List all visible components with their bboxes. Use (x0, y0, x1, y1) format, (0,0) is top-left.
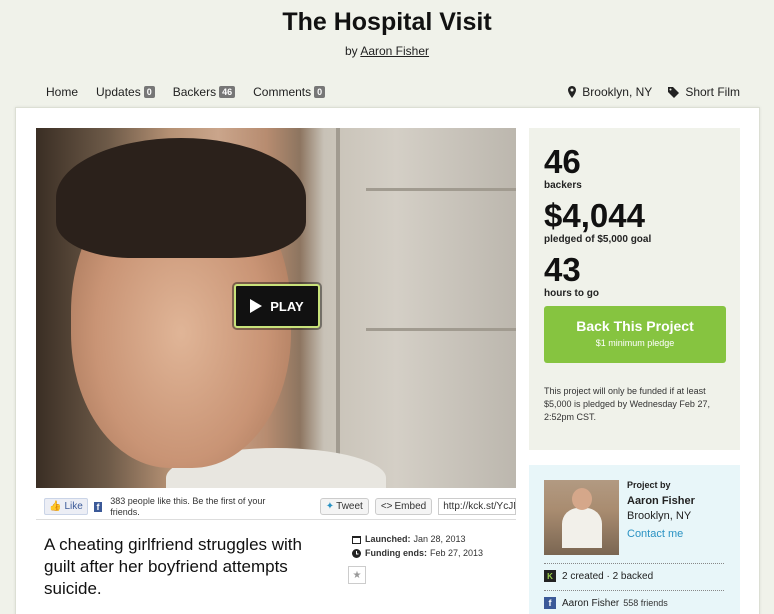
embed-label: Embed (394, 501, 427, 512)
facebook-name: Aaron Fisher (562, 597, 620, 609)
comments-count-badge: 0 (314, 86, 326, 98)
map-pin-icon (568, 86, 577, 98)
nav-home-label: Home (46, 85, 79, 99)
embed-button[interactable]: <> Embed (374, 498, 433, 515)
category-link[interactable]: Short Film (668, 85, 740, 99)
twitter-bird-icon: ✦ (325, 501, 335, 512)
door-panel-line (366, 328, 516, 331)
funding-ends-value: Feb 27, 2013 (430, 548, 484, 558)
launched-row: Launched: Jan 28, 2013 (352, 532, 483, 546)
remind-me-star-button[interactable]: ★ (348, 566, 366, 584)
creator-card: Project by Aaron Fisher Brooklyn, NY Con… (529, 465, 740, 614)
creator-name[interactable]: Aaron Fisher (627, 495, 695, 507)
backers-count: 46 (544, 143, 581, 180)
video-player[interactable]: PLAY (36, 128, 516, 488)
launched-label: Launched: (365, 534, 411, 544)
nav-backers-label: Backers (172, 85, 217, 99)
kickstarter-icon: K (544, 570, 556, 582)
creator-avatar[interactable] (544, 480, 619, 555)
facebook-friends: 558 friends (623, 598, 668, 608)
by-prefix: by (344, 44, 358, 58)
tweet-button[interactable]: ✦ Tweet (319, 498, 369, 515)
back-project-label: Back This Project (576, 318, 694, 334)
updates-count-badge: 0 (143, 86, 155, 98)
project-title: The Hospital Visit (282, 8, 492, 36)
facebook-like-button[interactable]: 👍 Like (44, 498, 88, 515)
project-meta-nav: Brooklyn, NY Short Film (552, 85, 740, 99)
avatar-head (572, 488, 592, 510)
project-by-label: Project by (627, 480, 671, 490)
funding-ends-label: Funding ends: (365, 548, 427, 558)
social-bar: 👍 Like f 383 people like this. Be the fi… (36, 494, 516, 520)
backers-count-badge: 46 (219, 86, 236, 98)
avatar-body (562, 508, 602, 548)
short-url-field[interactable]: http://kck.st/YcJM4 (438, 498, 516, 515)
like-count-text: 383 people like this. Be the first of yo… (110, 495, 266, 517)
back-project-button[interactable]: Back This Project $1 minimum pledge (544, 306, 726, 363)
location-link[interactable]: Brooklyn, NY (568, 85, 652, 99)
creator-location: Brooklyn, NY (627, 510, 692, 522)
nav-comments[interactable]: Comments 0 (253, 85, 326, 99)
pledged-amount: $4,044 (544, 197, 645, 234)
funding-note: This project will only be funded if at l… (544, 386, 710, 422)
nav-backers[interactable]: Backers 46 (172, 85, 236, 99)
creator-facebook-row[interactable]: f Aaron Fisher 558 friends (544, 590, 724, 609)
funding-stats: 46 backers $4,044 pledged of $5,000 goal… (529, 128, 740, 450)
byline: by Aaron Fisher (0, 44, 774, 58)
creator-stats-row[interactable]: K 2 created · 2 backed (544, 563, 724, 582)
nav-comments-label: Comments (253, 85, 312, 99)
play-button[interactable]: PLAY (234, 284, 320, 328)
video-hair (56, 138, 306, 258)
project-nav: Home Updates 0 Backers 46 Comments 0 (46, 85, 343, 99)
like-label: Like (64, 501, 83, 512)
hours-label: hours to go (544, 288, 599, 299)
tag-icon (668, 86, 680, 98)
minimum-pledge-label: $1 minimum pledge (595, 338, 675, 348)
play-label: PLAY (270, 298, 304, 314)
funding-ends-row: Funding ends: Feb 27, 2013 (352, 546, 483, 560)
nav-home[interactable]: Home (46, 85, 78, 99)
calendar-icon (352, 535, 361, 544)
category-label: Short Film (685, 85, 740, 99)
created-backed-text: 2 created · 2 backed (562, 570, 654, 582)
location-label: Brooklyn, NY (582, 85, 653, 99)
backers-label: backers (544, 180, 582, 191)
project-blurb: A cheating girlfriend struggles with gui… (44, 535, 302, 598)
launched-value: Jan 28, 2013 (413, 534, 466, 544)
creator-link[interactable]: Aaron Fisher (360, 44, 429, 58)
project-panel: PLAY 👍 Like f 383 people like this. Be t… (15, 107, 760, 614)
clock-icon (352, 548, 361, 558)
play-icon (250, 299, 263, 313)
star-icon: ★ (352, 569, 362, 581)
project-dates: Launched: Jan 28, 2013 Funding ends: Feb… (352, 532, 483, 560)
thumbs-up-icon: 👍 (49, 501, 62, 512)
pledged-label: pledged of $5,000 goal (544, 234, 652, 245)
hours-count: 43 (544, 251, 581, 288)
nav-updates-label: Updates (96, 85, 141, 99)
creator-info: Project by Aaron Fisher Brooklyn, NY Con… (627, 480, 695, 540)
facebook-icon: f (93, 501, 103, 512)
door-frame (336, 128, 340, 488)
contact-me-link[interactable]: Contact me (627, 528, 695, 540)
code-icon: <> (380, 501, 393, 512)
tweet-label: Tweet (336, 501, 363, 512)
nav-updates[interactable]: Updates 0 (96, 85, 155, 99)
facebook-icon: f (544, 597, 556, 609)
door-panel-line (366, 188, 516, 191)
